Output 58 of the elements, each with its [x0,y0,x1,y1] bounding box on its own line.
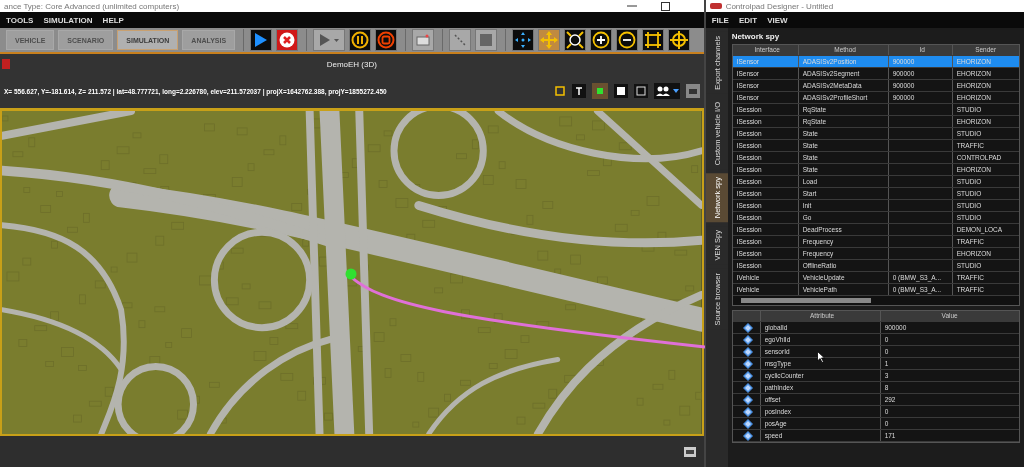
zoom-out-button[interactable] [616,29,639,51]
abort-button[interactable] [276,29,299,51]
menu-item[interactable]: SIMULATION [43,15,93,25]
text-icon[interactable] [571,84,586,98]
cross-arrows-icon [540,31,559,49]
pause-icon [351,31,370,49]
menu-item[interactable]: HELP [102,15,124,25]
target-button[interactable] [668,29,691,51]
diamond-icon [743,430,754,441]
app-logo-icon [709,3,722,9]
diamond-icon [743,358,754,369]
record-button[interactable] [412,29,435,51]
menu-item[interactable]: TOOLS [6,15,34,25]
crop-button[interactable] [642,29,665,51]
diamond-icon [743,346,754,357]
fit-icon [566,31,585,49]
play-icon [254,32,269,48]
menu-item[interactable]: EDIT [738,15,758,25]
keyboard-icon[interactable] [683,446,696,457]
dotted-line-icon [453,33,468,47]
diamond-icon [743,406,754,417]
pause-button[interactable] [349,29,372,51]
play-icon [318,33,341,47]
folder-icon [416,34,431,46]
menu-item[interactable]: VIEW [767,15,788,25]
square-icon [480,34,493,46]
frame-icon[interactable] [553,85,566,97]
mouse-cursor-icon [816,351,825,363]
zoom-in-button[interactable] [590,29,613,51]
people-icon[interactable] [653,83,680,99]
fit-button[interactable] [564,29,587,51]
close-icon [279,32,296,48]
diamond-icon [743,418,754,429]
crop-icon [644,31,663,49]
stop-icon [377,31,396,49]
square-icon[interactable] [613,84,628,98]
diamond-icon [743,322,754,333]
zoom-in-icon [592,31,611,49]
target-icon [670,31,689,49]
diamond-icon [743,394,754,405]
frame-icon[interactable] [633,84,648,98]
vehicle-marker[interactable] [345,268,357,280]
start-button[interactable] [250,29,273,51]
diamond-icon [743,370,754,381]
window-title: Controlpad Designer - Untitled [725,1,834,11]
maximize-icon[interactable] [660,1,670,11]
zoom-out-icon [618,31,637,49]
keyboard-icon[interactable] [685,84,700,98]
menu-item[interactable]: FILE [711,15,729,25]
diamond-icon [743,334,754,345]
diamond-icon [743,382,754,393]
indicator-icon[interactable] [591,83,608,99]
view-title: DemoEH (3D) [325,59,378,69]
window-title: ance Type: Core Advanced (unlimited computers) [4,1,180,11]
stop-button[interactable] [375,29,398,51]
move-button[interactable] [512,29,535,51]
panel-title: Network spy [731,31,780,41]
move-icon [514,31,533,49]
